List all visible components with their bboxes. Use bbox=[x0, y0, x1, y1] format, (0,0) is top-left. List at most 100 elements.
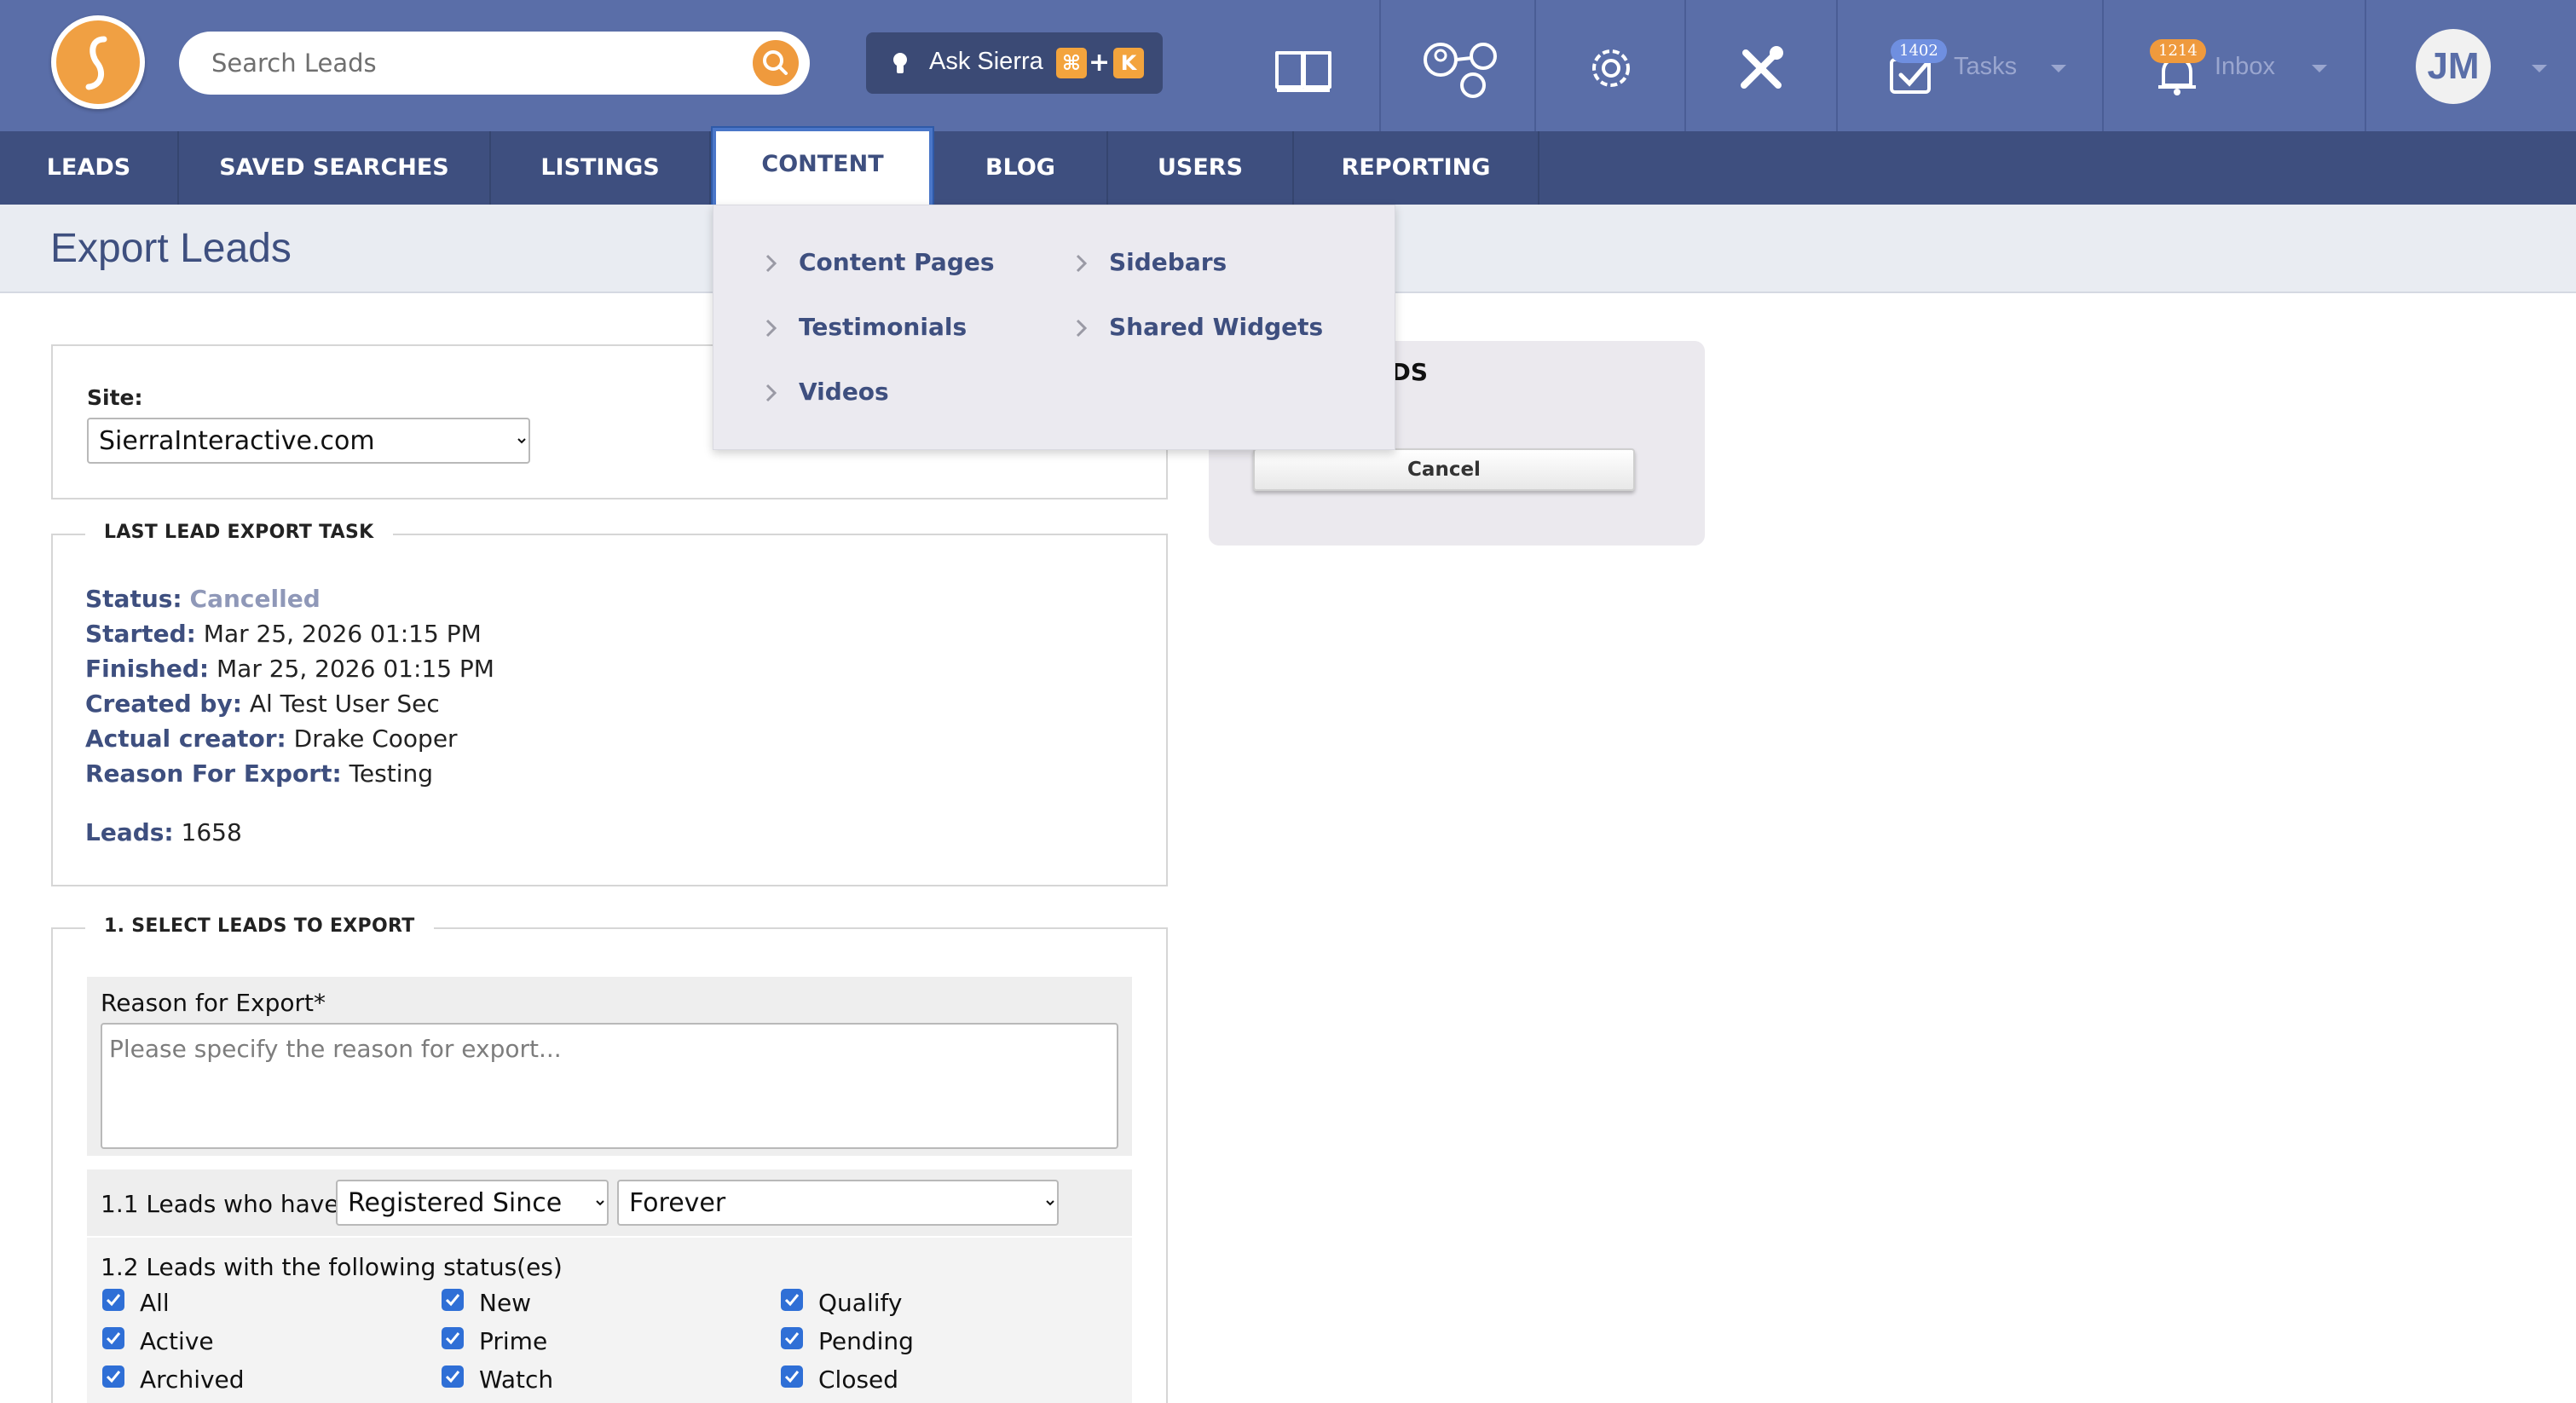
avatar[interactable]: JM bbox=[2416, 29, 2491, 104]
reason-for-export-value: Testing bbox=[349, 759, 434, 788]
select-leads-legend: 1. SELECT LEADS TO EXPORT bbox=[85, 915, 434, 937]
team-button[interactable] bbox=[1379, 0, 1534, 131]
ask-sierra-label: Ask Sierra bbox=[929, 48, 1043, 75]
leads-value: 1658 bbox=[181, 818, 242, 846]
chevron-down-icon bbox=[2312, 65, 2327, 72]
finished-label: Finished: bbox=[85, 655, 210, 683]
shortcut-key-cmd: ⌘ bbox=[1056, 48, 1087, 78]
shortcut-plus: + bbox=[1089, 48, 1111, 78]
status-filter-label: 1.2 Leads with the following status(es) bbox=[101, 1253, 563, 1281]
status-row: Status: Cancelled bbox=[85, 585, 321, 613]
chevron-down-icon bbox=[2051, 65, 2066, 72]
status-new-checkbox[interactable] bbox=[442, 1289, 464, 1311]
status-active-checkbox[interactable] bbox=[102, 1327, 124, 1349]
site-label: Site: bbox=[87, 385, 143, 410]
help-button[interactable] bbox=[1226, 0, 1379, 131]
main-nav: LEADS SAVED SEARCHES LISTINGS CONTENT BL… bbox=[0, 128, 2576, 210]
leads-who-have-label: 1.1 Leads who have bbox=[101, 1190, 339, 1218]
status-watch-label: Watch bbox=[479, 1365, 554, 1394]
nav-reporting[interactable]: REPORTING bbox=[1294, 131, 1539, 205]
finished-row: Finished: Mar 25, 2026 01:15 PM bbox=[85, 655, 494, 683]
status-value: Cancelled bbox=[189, 585, 321, 613]
status-watch-checkbox[interactable] bbox=[442, 1365, 464, 1388]
leads-row: Leads: 1658 bbox=[85, 818, 242, 846]
users-network-icon bbox=[1424, 43, 1497, 98]
leads-label: Leads: bbox=[85, 818, 174, 846]
nav-saved-searches[interactable]: SAVED SEARCHES bbox=[179, 131, 491, 205]
status-pending-checkbox[interactable] bbox=[781, 1327, 803, 1349]
status-archived-checkbox[interactable] bbox=[102, 1365, 124, 1388]
top-bar: Ask Sierra ⌘ + K bbox=[0, 0, 2576, 131]
status-prime-checkbox[interactable] bbox=[442, 1327, 464, 1349]
created-by-value: Al Test User Sec bbox=[249, 690, 440, 718]
started-row: Started: Mar 25, 2026 01:15 PM bbox=[85, 620, 482, 648]
ask-sierra-button[interactable]: Ask Sierra ⌘ + K bbox=[866, 32, 1163, 94]
menu-item-videos[interactable]: Videos bbox=[799, 378, 889, 406]
tools-icon bbox=[1741, 46, 1783, 89]
status-qualify-label: Qualify bbox=[818, 1289, 903, 1317]
status-pending-label: Pending bbox=[818, 1327, 914, 1355]
chevron-right-icon bbox=[1076, 254, 1088, 273]
site-select[interactable]: SierraInteractive.com bbox=[87, 418, 530, 464]
status-all-checkbox[interactable] bbox=[102, 1289, 124, 1311]
reason-section: Reason for Export* bbox=[87, 977, 1132, 1156]
inbox-menu[interactable]: 1214 Inbox bbox=[2102, 0, 2365, 131]
registered-select[interactable]: Registered Since bbox=[336, 1180, 609, 1226]
status-qualify-checkbox[interactable] bbox=[781, 1289, 803, 1311]
menu-item-testimonials[interactable]: Testimonials bbox=[799, 313, 967, 341]
nav-blog[interactable]: BLOG bbox=[934, 131, 1108, 205]
chevron-right-icon bbox=[765, 319, 777, 338]
tools-button[interactable] bbox=[1684, 0, 1836, 131]
nav-leads[interactable]: LEADS bbox=[0, 131, 179, 205]
gear-icon bbox=[1592, 49, 1630, 87]
status-closed-checkbox[interactable] bbox=[781, 1365, 803, 1388]
status-prime-label: Prime bbox=[479, 1327, 548, 1355]
inbox-label: Inbox bbox=[2215, 53, 2275, 80]
reason-label: Reason for Export* bbox=[101, 989, 326, 1017]
nav-listings[interactable]: LISTINGS bbox=[491, 131, 711, 205]
created-by-label: Created by: bbox=[85, 690, 242, 718]
book-icon bbox=[1275, 51, 1331, 92]
shortcut-key-k: K bbox=[1113, 48, 1144, 78]
last-task-legend: LAST LEAD EXPORT TASK bbox=[85, 522, 393, 543]
tasks-count-badge: 1402 bbox=[1891, 39, 1947, 63]
status-archived-label: Archived bbox=[140, 1365, 245, 1394]
page-title: Export Leads bbox=[50, 226, 292, 271]
tasks-menu[interactable]: 1402 Tasks bbox=[1836, 0, 2102, 131]
actual-creator-row: Actual creator: Drake Cooper bbox=[85, 725, 458, 753]
tasks-label: Tasks bbox=[1954, 53, 2018, 80]
status-label: Status: bbox=[85, 585, 182, 613]
created-by-row: Created by: Al Test User Sec bbox=[85, 690, 440, 718]
search-icon bbox=[763, 50, 788, 75]
menu-item-shared-widgets[interactable]: Shared Widgets bbox=[1109, 313, 1323, 341]
search-input[interactable] bbox=[211, 45, 723, 81]
inbox-count-badge: 1214 bbox=[2150, 39, 2206, 63]
menu-item-sidebars[interactable]: Sidebars bbox=[1109, 248, 1227, 276]
nav-content[interactable]: CONTENT bbox=[713, 128, 933, 210]
lightbulb-icon bbox=[893, 53, 907, 73]
chevron-down-icon bbox=[2532, 65, 2547, 72]
leads-who-have-row: 1.1 Leads who have Registered Since Fore… bbox=[87, 1169, 1132, 1236]
settings-button[interactable] bbox=[1534, 0, 1684, 131]
status-active-label: Active bbox=[140, 1327, 214, 1355]
reason-textarea[interactable] bbox=[101, 1023, 1118, 1149]
status-closed-label: Closed bbox=[818, 1365, 899, 1394]
started-value: Mar 25, 2026 01:15 PM bbox=[203, 620, 482, 648]
chevron-right-icon bbox=[765, 254, 777, 273]
status-new-label: New bbox=[479, 1289, 532, 1317]
status-all-label: All bbox=[140, 1289, 170, 1317]
cancel-button[interactable]: Cancel bbox=[1253, 448, 1635, 491]
chevron-right-icon bbox=[1076, 319, 1088, 338]
reason-row: Reason For Export: Testing bbox=[85, 759, 433, 788]
period-select[interactable]: Forever bbox=[617, 1180, 1059, 1226]
search-button[interactable] bbox=[753, 40, 799, 86]
actual-creator-label: Actual creator: bbox=[85, 725, 286, 753]
nav-users[interactable]: USERS bbox=[1108, 131, 1294, 205]
search-box bbox=[179, 32, 810, 95]
reason-for-export-label: Reason For Export: bbox=[85, 759, 342, 788]
finished-value: Mar 25, 2026 01:15 PM bbox=[217, 655, 494, 683]
chevron-right-icon bbox=[765, 384, 777, 402]
started-label: Started: bbox=[85, 620, 196, 648]
sierra-logo[interactable] bbox=[51, 15, 145, 109]
menu-item-content-pages[interactable]: Content Pages bbox=[799, 248, 995, 276]
